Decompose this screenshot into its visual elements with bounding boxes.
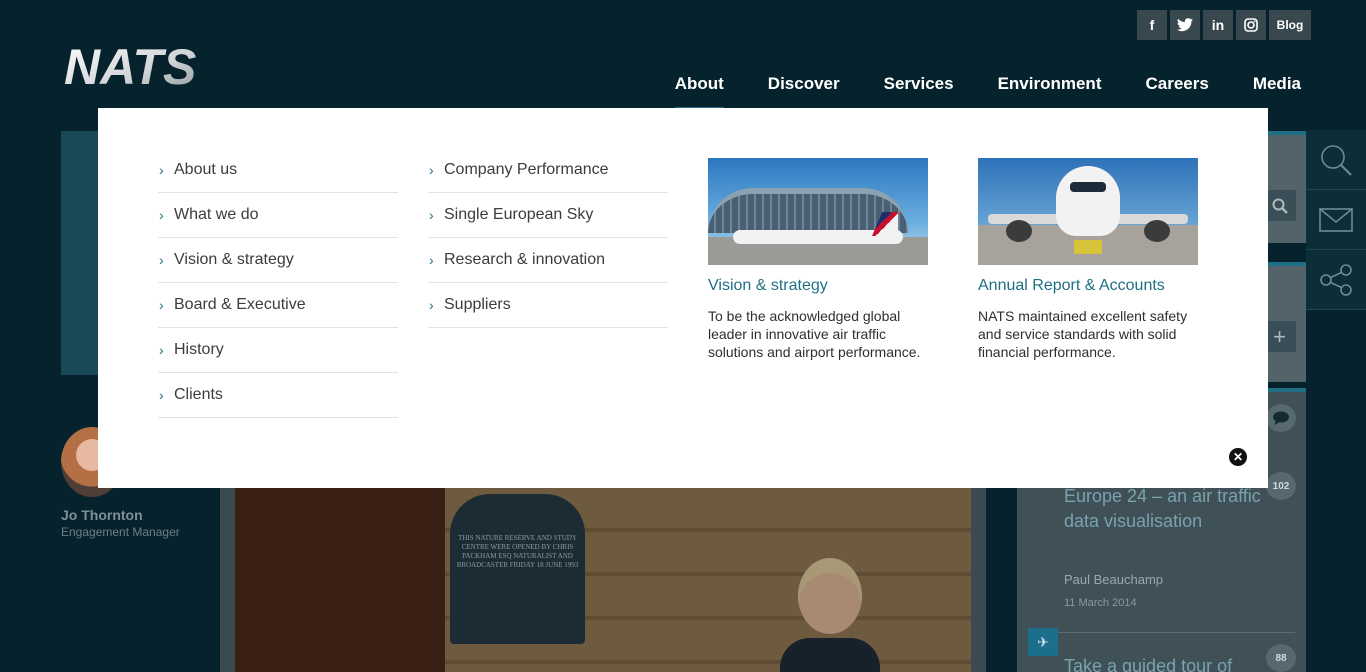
menu-item-single-european-sky[interactable]: › Single European Sky (428, 193, 668, 238)
side-toolbar (1306, 130, 1366, 310)
about-mega-menu: › About us › What we do › Vision & strategy… (98, 108, 1268, 488)
comment-count-badge[interactable]: 102 (1266, 472, 1296, 500)
feed-post-title[interactable]: Europe 24 – an air traffic data visualis… (1064, 484, 1264, 534)
nav-media[interactable]: Media (1231, 73, 1301, 108)
menu-item-company-performance[interactable]: › Company Performance (428, 148, 668, 193)
feature-annual-report[interactable]: Annual Report & Accounts NATS maintained… (978, 158, 1208, 361)
curtain (235, 488, 445, 672)
feed-post-title[interactable]: Take a guided tour of (1064, 654, 1264, 672)
chevron-right-icon: › (159, 342, 164, 358)
menu-item-clients[interactable]: › Clients (158, 373, 398, 418)
feed-post-author[interactable]: Paul Beauchamp (1064, 572, 1163, 587)
plane-icon: ✈ (1028, 628, 1058, 656)
person-photo (780, 558, 880, 672)
menu-item-board-executive[interactable]: › Board & Executive (158, 283, 398, 328)
feature-title[interactable]: Annual Report & Accounts (978, 277, 1208, 295)
divider (1030, 632, 1295, 633)
main-nav: About Discover Services Environment Care… (653, 73, 1301, 110)
comment-bubble-icon[interactable] (1266, 404, 1296, 432)
feature-vision-strategy[interactable]: Vision & strategy To be the acknowledged… (708, 158, 938, 361)
menu-item-what-we-do[interactable]: › What we do (158, 193, 398, 238)
plaque: THIS NATURE RESERVE AND STUDY CENTRE WER… (450, 494, 585, 644)
facebook-icon[interactable]: f (1137, 10, 1167, 40)
search-icon[interactable] (1306, 130, 1366, 190)
chevron-right-icon: › (429, 297, 434, 313)
menu-item-suppliers[interactable]: › Suppliers (428, 283, 668, 328)
chevron-right-icon: › (159, 387, 164, 403)
blog-link[interactable]: Blog (1269, 10, 1311, 40)
email-icon[interactable] (1306, 190, 1366, 250)
feature-image-terminal[interactable] (708, 158, 928, 265)
chevron-right-icon: › (159, 162, 164, 178)
background-search-widget (1268, 131, 1306, 243)
menu-item-vision-strategy[interactable]: › Vision & strategy (158, 238, 398, 283)
author-role: Engagement Manager (61, 525, 180, 539)
chevron-right-icon: › (159, 207, 164, 223)
chevron-right-icon: › (159, 297, 164, 313)
menu-item-research-innovation[interactable]: › Research & innovation (428, 238, 668, 283)
feature-title[interactable]: Vision & strategy (708, 277, 938, 295)
menu-column-1: › About us › What we do › Vision & strategy… (158, 148, 398, 418)
feed-post-date: 11 March 2014 (1064, 597, 1137, 609)
menu-item-about-us[interactable]: › About us (158, 148, 398, 193)
linkedin-icon[interactable]: in (1203, 10, 1233, 40)
nav-discover[interactable]: Discover (746, 73, 862, 108)
menu-column-2: › Company Performance › Single European Sk… (428, 148, 668, 328)
background-panel (61, 131, 101, 375)
nav-about[interactable]: About (653, 73, 746, 110)
nav-services[interactable]: Services (862, 73, 976, 108)
feature-description: To be the acknowledged global leader in … (708, 308, 921, 360)
instagram-icon[interactable] (1236, 10, 1266, 40)
chevron-right-icon: › (429, 207, 434, 223)
chevron-right-icon: › (429, 252, 434, 268)
article-hero-image: THIS NATURE RESERVE AND STUDY CENTRE WER… (235, 488, 971, 672)
feature-image-jet[interactable] (978, 158, 1198, 265)
close-icon[interactable]: ✕ (1229, 448, 1247, 466)
share-icon[interactable] (1306, 250, 1366, 310)
feature-description: NATS maintained excellent safety and ser… (978, 308, 1188, 360)
nav-careers[interactable]: Careers (1123, 73, 1230, 108)
comment-count-badge[interactable]: 88 (1266, 644, 1296, 672)
author-name[interactable]: Jo Thornton (61, 507, 143, 523)
social-links: f in Blog (1137, 10, 1311, 40)
chevron-right-icon: › (429, 162, 434, 178)
nats-logo[interactable]: NATS (64, 40, 236, 90)
nav-environment[interactable]: Environment (976, 73, 1124, 108)
twitter-icon[interactable] (1170, 10, 1200, 40)
chevron-right-icon: › (159, 252, 164, 268)
menu-item-history[interactable]: › History (158, 328, 398, 373)
svg-text:NATS: NATS (64, 40, 196, 90)
